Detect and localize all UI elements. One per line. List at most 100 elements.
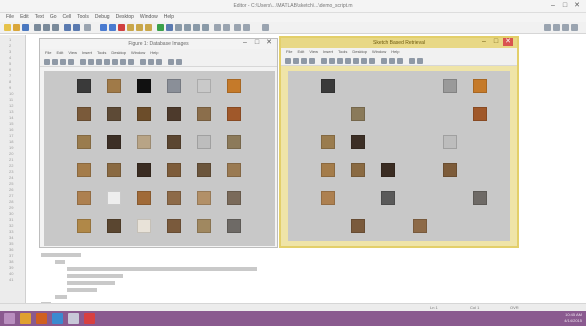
media-icon[interactable] (84, 313, 95, 324)
zoom-in-icon[interactable] (88, 59, 94, 65)
database-thumbnail[interactable] (227, 135, 241, 149)
link-icon[interactable] (140, 59, 146, 65)
brush-icon[interactable] (128, 59, 134, 65)
database-thumbnail[interactable] (197, 107, 211, 121)
database-thumbnail[interactable] (167, 191, 181, 205)
database-thumbnail[interactable] (227, 79, 241, 93)
hide-plot-tools-icon[interactable] (409, 58, 415, 64)
debug-step-in-icon[interactable] (136, 24, 143, 31)
retrieved-thumbnail[interactable] (381, 163, 395, 177)
open-icon[interactable] (293, 58, 299, 64)
pointer-icon[interactable] (80, 59, 86, 65)
figure-menu-window[interactable]: Window (131, 49, 145, 57)
retrieved-thumbnail[interactable] (321, 135, 335, 149)
run-icon[interactable] (157, 24, 164, 31)
minimize-button[interactable]: – (548, 2, 558, 10)
database-thumbnail[interactable] (77, 135, 91, 149)
retrieved-thumbnail[interactable] (443, 79, 457, 93)
database-thumbnail[interactable] (107, 107, 121, 121)
zoom-out-icon[interactable] (337, 58, 343, 64)
rotate-icon[interactable] (353, 58, 359, 64)
data-cursor-icon[interactable] (361, 58, 367, 64)
new-figure-icon[interactable] (285, 58, 291, 64)
figure-menu-edit[interactable]: Edit (297, 48, 304, 56)
figure-minimize-button[interactable]: – (240, 39, 250, 47)
app-icon[interactable] (68, 313, 79, 324)
data-cursor-icon[interactable] (120, 59, 126, 65)
database-thumbnail[interactable] (77, 79, 91, 93)
pointer-icon[interactable] (321, 58, 327, 64)
legend-icon[interactable] (156, 59, 162, 65)
figure-maximize-button[interactable]: □ (252, 39, 262, 47)
find-icon[interactable] (100, 24, 107, 31)
retrieved-thumbnail[interactable] (321, 163, 335, 177)
open-folder-icon[interactable] (13, 24, 20, 31)
figure-menu-desktop[interactable]: Desktop (111, 49, 126, 57)
database-thumbnail[interactable] (137, 79, 151, 93)
database-thumbnail[interactable] (107, 219, 121, 233)
copy-icon[interactable] (43, 24, 50, 31)
retrieved-thumbnail[interactable] (473, 79, 487, 93)
dock-layout-icon[interactable] (571, 24, 578, 31)
start-button[interactable] (4, 313, 15, 324)
figure-menu-window[interactable]: Window (372, 48, 386, 56)
print-icon[interactable] (309, 58, 315, 64)
menu-edit[interactable]: Edit (20, 13, 29, 22)
cut-icon[interactable] (34, 24, 41, 31)
menu-go[interactable]: Go (50, 13, 57, 22)
zoom-out-icon[interactable] (96, 59, 102, 65)
print-icon[interactable] (84, 24, 91, 31)
figure-minimize-button[interactable]: – (479, 38, 489, 46)
database-thumbnail[interactable] (137, 107, 151, 121)
database-thumbnail[interactable] (77, 163, 91, 177)
database-thumbnail[interactable] (107, 163, 121, 177)
menu-file[interactable]: File (6, 13, 14, 22)
layout-icon[interactable] (223, 24, 230, 31)
tile-icon[interactable] (234, 24, 241, 31)
cell-eval-icon[interactable] (184, 24, 191, 31)
menu-tools[interactable]: Tools (77, 13, 89, 22)
menu-window[interactable]: Window (140, 13, 158, 22)
retrieved-thumbnail[interactable] (443, 163, 457, 177)
debug-step-icon[interactable] (127, 24, 134, 31)
float-layout-icon[interactable] (562, 24, 569, 31)
breakpoint-icon[interactable] (118, 24, 125, 31)
grid-layout-icon[interactable] (544, 24, 551, 31)
browser-icon[interactable] (36, 313, 47, 324)
menu-cell[interactable]: Cell (63, 13, 72, 22)
fx-icon[interactable] (202, 24, 209, 31)
cell-icon[interactable] (175, 24, 182, 31)
figure-maximize-button[interactable]: □ (491, 38, 501, 46)
figure-menu-tools[interactable]: Tools (338, 48, 347, 56)
new-figure-icon[interactable] (44, 59, 50, 65)
figure-menu-insert[interactable]: Insert (323, 48, 333, 56)
retrieved-thumbnail[interactable] (381, 191, 395, 205)
menu-desktop[interactable]: Desktop (116, 13, 134, 22)
undo-icon[interactable] (64, 24, 71, 31)
brush-icon[interactable] (369, 58, 375, 64)
retrieved-thumbnail[interactable] (473, 191, 487, 205)
database-thumbnail[interactable] (167, 135, 181, 149)
database-thumbnail[interactable] (167, 79, 181, 93)
database-thumbnail[interactable] (227, 107, 241, 121)
hide-plot-tools-icon[interactable] (168, 59, 174, 65)
retrieved-thumbnail[interactable] (443, 135, 457, 149)
dock-icon[interactable] (214, 24, 221, 31)
figure-menu-desktop[interactable]: Desktop (352, 48, 367, 56)
retrieved-thumbnail[interactable] (321, 79, 335, 93)
figure-menu-tools[interactable]: Tools (97, 49, 106, 57)
database-thumbnail[interactable] (197, 135, 211, 149)
save-icon[interactable] (301, 58, 307, 64)
database-thumbnail[interactable] (167, 163, 181, 177)
split-icon[interactable] (243, 24, 250, 31)
figure-menu-view[interactable]: View (309, 48, 318, 56)
zoom-in-icon[interactable] (329, 58, 335, 64)
menu-debug[interactable]: Debug (95, 13, 110, 22)
database-thumbnail[interactable] (107, 79, 121, 93)
system-clock[interactable]: 10:45 AM 4/14/2015 (564, 312, 582, 324)
colorbar-icon[interactable] (148, 59, 154, 65)
database-thumbnail[interactable] (137, 191, 151, 205)
rotate-icon[interactable] (112, 59, 118, 65)
figure-window-database[interactable]: Figure 1: Database Images – □ ✕ File Edit… (39, 38, 278, 248)
link-icon[interactable] (381, 58, 387, 64)
